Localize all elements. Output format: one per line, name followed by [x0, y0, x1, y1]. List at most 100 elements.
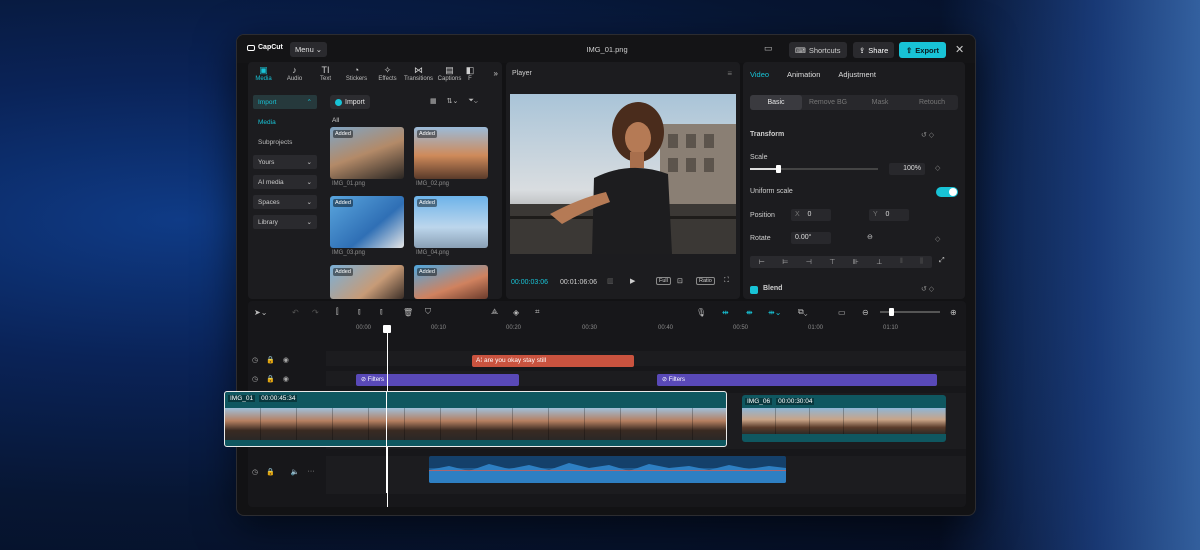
eye-icon[interactable]: ◉	[283, 356, 289, 364]
text-clip[interactable]: A⁞ are you okay stay still	[472, 355, 634, 367]
comment-icon[interactable]: ▭	[838, 308, 846, 317]
split-right-icon[interactable]: ⫾	[380, 307, 383, 317]
snap-icon[interactable]: ⇼	[746, 308, 753, 317]
mirror-icon[interactable]: ⟁	[491, 307, 498, 317]
position-x-field[interactable]: X 0	[791, 209, 831, 221]
tab-text[interactable]: TI Text	[310, 62, 341, 86]
segment-mask[interactable]: Mask	[854, 95, 906, 110]
rotate-icon[interactable]: ◈	[513, 308, 519, 317]
media-thumbnail-3[interactable]: Added	[330, 196, 404, 248]
timeline-view-icon[interactable]: ▥	[607, 277, 614, 285]
blend-reset-icon[interactable]: ↺ ◇	[921, 285, 934, 293]
grid-view-icon[interactable]: ▦	[430, 97, 437, 105]
redo-icon[interactable]: ↷	[312, 308, 319, 317]
link-clips-icon[interactable]: ⇹	[722, 308, 729, 317]
lock-icon[interactable]: 🔒	[266, 468, 275, 476]
uniform-scale-toggle[interactable]	[936, 187, 958, 197]
more-icon[interactable]: ···	[308, 468, 315, 476]
keyframe-icon[interactable]: ◇	[935, 164, 940, 172]
second-video-clip[interactable]: IMG_06 00:00:30:04	[742, 395, 946, 442]
position-y-field[interactable]: Y 0	[869, 209, 909, 221]
audio-clip[interactable]	[429, 456, 786, 483]
close-icon[interactable]: ✕	[955, 43, 964, 56]
keyframe-icon[interactable]: ◇	[935, 235, 940, 243]
media-thumbnail-5[interactable]: Added	[330, 265, 404, 299]
shield-icon[interactable]: ⛉	[425, 307, 431, 317]
filter-clip-1[interactable]: ⊘ Filters	[356, 374, 519, 386]
sidebar-item-library[interactable]: Library ⌄	[253, 215, 317, 229]
lock-icon[interactable]: 🔒	[266, 356, 275, 364]
segment-basic[interactable]: Basic	[750, 95, 802, 110]
align-left-icon[interactable]: ⊢	[759, 258, 765, 266]
tab-captions[interactable]: ▤ Captions	[434, 62, 465, 86]
flip-icon[interactable]: ⤢	[939, 257, 945, 265]
sidebar-item-subprojects[interactable]: Subprojects	[253, 135, 317, 149]
align-right-icon[interactable]: ⊣	[806, 258, 812, 266]
scale-slider-handle[interactable]	[776, 165, 782, 173]
media-thumbnail-1[interactable]: Added	[330, 127, 404, 179]
media-thumbnail-4[interactable]: Added	[414, 196, 488, 248]
rotate-field[interactable]: 0.00°	[791, 232, 831, 244]
align-top-icon[interactable]: ⊤	[829, 258, 835, 266]
segment-remove-bg[interactable]: Remove BG	[802, 95, 854, 110]
player-menu-icon[interactable]: ≡	[727, 69, 732, 78]
sort-icon[interactable]: ⇅⌄	[447, 97, 459, 105]
tab-adjustment[interactable]: Adjustment	[838, 70, 876, 79]
microphone-icon[interactable]: 🎙	[696, 308, 706, 317]
select-tool-icon[interactable]: ➤⌄	[254, 308, 267, 317]
fullscreen-icon[interactable]: ⛶	[724, 277, 729, 285]
zoom-out-icon[interactable]: ⊖	[862, 308, 869, 317]
export-button[interactable]: ⇧ Export	[899, 42, 947, 58]
caption-icon[interactable]: ⧉⌄	[798, 307, 808, 317]
crop-icon[interactable]: ⌗	[535, 307, 540, 317]
sidebar-item-ai-media[interactable]: AI media ⌄	[253, 175, 317, 189]
distribute-v-icon[interactable]: ⫼	[920, 258, 923, 266]
eye-icon[interactable]: ◉	[283, 375, 289, 383]
align-middle-icon[interactable]: ⊪	[853, 258, 859, 266]
media-thumbnail-2[interactable]: Added	[414, 127, 488, 179]
split-icon[interactable]: ⫿	[336, 307, 339, 317]
sidebar-item-yours[interactable]: Yours ⌄	[253, 155, 317, 169]
fit-screen-icon[interactable]: ⊡	[677, 277, 683, 285]
align-bottom-icon[interactable]: ⊥	[876, 258, 882, 266]
preview-axis-icon[interactable]: ⇻⌄	[768, 308, 781, 317]
shortcuts-button[interactable]: ⌨ Shortcuts	[789, 42, 847, 58]
tab-media[interactable]: ▣ Media	[248, 62, 279, 86]
delete-icon[interactable]: 🗑	[403, 308, 413, 317]
tab-filters[interactable]: ◧ F	[465, 62, 475, 86]
play-icon[interactable]: ▶	[630, 277, 635, 285]
tab-animation[interactable]: Animation	[787, 70, 820, 79]
sidebar-item-spaces[interactable]: Spaces ⌄	[253, 195, 317, 209]
zoom-slider-handle[interactable]	[889, 308, 894, 316]
main-video-clip[interactable]: IMG_01 00:00:45:34	[224, 391, 727, 447]
segment-retouch[interactable]: Retouch	[906, 95, 958, 110]
layout-icon[interactable]: ▭	[764, 43, 773, 54]
volume-icon[interactable]: 🔈	[291, 468, 300, 476]
import-button[interactable]: Import	[330, 95, 370, 109]
playhead-handle[interactable]	[383, 325, 391, 333]
tab-effects[interactable]: ✧ Effects	[372, 62, 403, 86]
filter-clip-2[interactable]: ⊘ Filters	[657, 374, 937, 386]
undo-icon[interactable]: ↶	[292, 308, 299, 317]
player-preview[interactable]	[510, 94, 736, 254]
split-left-icon[interactable]: ⫾	[358, 307, 361, 317]
scale-value[interactable]: 100%	[889, 163, 925, 175]
share-button[interactable]: ⇪ Share	[853, 42, 895, 58]
more-tabs-icon[interactable]: »	[494, 69, 498, 78]
clock-icon[interactable]: ◷	[252, 468, 258, 476]
rotate-dial-icon[interactable]: ⊖	[867, 233, 873, 241]
filter-icon[interactable]: ⏷⌄	[468, 97, 477, 105]
align-center-icon[interactable]: ⊨	[782, 258, 788, 266]
sidebar-item-import[interactable]: Import ⌃	[253, 95, 317, 109]
ratio-button[interactable]: Ratio	[696, 277, 715, 285]
sidebar-item-media[interactable]: Media	[253, 115, 317, 129]
blend-checkbox[interactable]	[750, 286, 758, 294]
clock-icon[interactable]: ◷	[252, 375, 258, 383]
lock-icon[interactable]: 🔒	[266, 375, 275, 383]
tab-audio[interactable]: ♪ Audio	[279, 62, 310, 86]
full-button[interactable]: Full	[656, 277, 671, 285]
distribute-h-icon[interactable]: ⫴	[900, 258, 903, 266]
tab-transitions[interactable]: ⋈ Transitions	[403, 62, 434, 86]
tab-stickers[interactable]: ◔ Stickers	[341, 62, 372, 86]
media-thumbnail-6[interactable]: Added	[414, 265, 488, 299]
